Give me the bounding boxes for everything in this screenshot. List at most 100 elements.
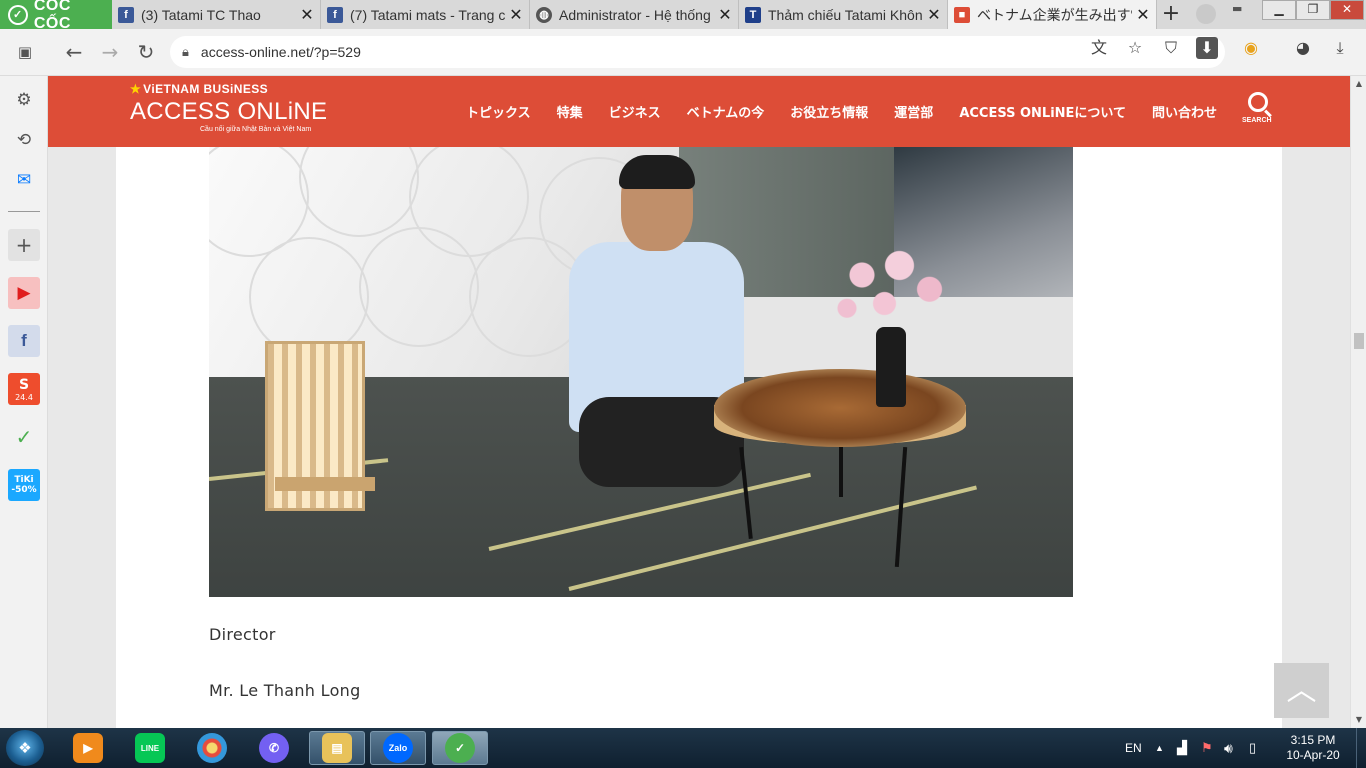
reload-button[interactable]: ↻ [133,39,159,65]
tiki-icon[interactable]: TiKi -50% [8,469,40,501]
history-icon[interactable]: ⟲ [8,124,40,156]
profile-icon[interactable]: ◕ [1292,37,1314,59]
sidebar-toggle-icon[interactable]: ▣ [12,39,38,65]
browser-tab[interactable]: T Thảm chiếu Tatami Khôn ✕ [739,0,948,29]
nav-business[interactable]: ビジネス [609,102,661,121]
site-tagline: Cầu nối giữa Nhật Bản và Việt Nam [200,126,312,133]
site-logo[interactable]: ACCESS ONLiNE [130,98,327,126]
shopee-icon[interactable]: S 24.4 [8,373,40,405]
nav-topics[interactable]: トピックス [466,102,531,121]
coccoc-extension-icon[interactable]: ✓ [8,421,40,453]
scroll-up-arrow-icon[interactable]: ▲ [1351,76,1366,92]
chevron-up-icon: ︿ [1286,673,1317,708]
taskbar-viber[interactable]: ✆ [246,731,302,765]
volume-icon[interactable]: 🔊︎ [1224,728,1233,768]
action-center-flag-icon[interactable]: ⚑ [1201,728,1213,768]
taskbar-line[interactable]: LINE [122,731,178,765]
lock-icon: 🔒︎ [182,44,189,60]
star-icon: ★ [130,82,142,96]
nav-contact[interactable]: 問い合わせ [1152,102,1217,121]
back-button[interactable]: ← [61,39,87,65]
facebook-icon: f [327,6,343,23]
facebook-icon[interactable]: f [8,325,40,357]
close-tab-icon[interactable]: ✕ [718,5,732,25]
facebook-icon: f [118,6,134,23]
new-tab-button[interactable]: + [1158,2,1184,27]
taskbar-paint[interactable] [184,731,240,765]
browser-tab[interactable]: ◍ Administrator - Hệ thống ✕ [530,0,739,29]
site-icon: T [745,6,761,23]
download-video-icon[interactable]: ⬇ [1196,37,1218,59]
taskbar-media-player[interactable]: ▶ [60,731,116,765]
downloads-icon[interactable]: ⤓ [1329,37,1351,59]
minimize-button[interactable]: ▁ [1262,0,1296,20]
menu-dots-icon[interactable]: ▬ [1232,2,1242,15]
taskbar-file-explorer[interactable]: ▤ [309,731,365,765]
media-player-icon: ▶ [73,733,103,763]
browser-brand-label: CỐC CỐC [33,0,71,32]
start-button[interactable]: ❖ [6,730,44,766]
taskbar-zalo[interactable]: Zalo [370,731,426,765]
caption-role: Director [209,625,276,644]
windows-logo-icon: ❖ [18,739,32,757]
tiki-label: TiKi [14,475,34,485]
youtube-icon[interactable]: ▶ [8,277,40,309]
main-nav: トピックス 特集 ビジネス ベトナムの今 お役立ち情報 運営部 ACCESS O… [466,102,1243,121]
show-hidden-icons-icon[interactable]: ▲ [1155,728,1164,768]
zalo-icon: Zalo [383,733,413,763]
access-online-icon: ■ [954,6,970,23]
restore-button[interactable]: ❐ [1296,0,1330,20]
profile-ghost-icon [1196,4,1216,24]
tab-title: Thảm chiếu Tatami Khôn [768,6,923,23]
taskbar-clock[interactable]: 3:15 PM 10-Apr-20 [1282,733,1344,763]
nav-features[interactable]: 特集 [557,102,583,121]
close-tab-icon[interactable]: ✕ [1136,5,1150,25]
shield-icon[interactable]: ⛉ [1160,37,1182,59]
nav-vietnam-now[interactable]: ベトナムの今 [687,102,765,121]
extension-icon[interactable]: ◉ [1240,37,1262,59]
coccoc-icon: ✓ [445,733,475,763]
taskbar-coccoc[interactable]: ✓ [432,731,488,765]
add-sidebar-app-icon[interactable]: + [8,229,40,261]
site-logo-kicker[interactable]: ★ ViETNAM BUSiNESS [130,82,268,96]
address-bar[interactable]: 🔒︎ access-online.net/?p=529 [170,36,1225,68]
scrollbar-thumb[interactable] [1354,333,1364,349]
nav-operations[interactable]: 運営部 [894,102,933,121]
browser-toolbar: ▣ ← → ↻ 🔒︎ access-online.net/?p=529 文 ☆ … [0,29,1366,76]
tab-title: (3) Tatami TC Thao [141,6,261,23]
coccoc-logo-icon: ✓ [8,4,28,25]
paint-icon [197,733,227,763]
line-icon: LINE [135,733,165,763]
browser-tab[interactable]: f (3) Tatami TC Thao ✕ [112,0,321,29]
show-desktop-button[interactable] [1356,728,1366,768]
translate-icon[interactable]: 文 [1088,37,1110,59]
close-tab-icon[interactable]: ✕ [927,5,941,25]
search-icon [1248,92,1268,112]
battery-icon[interactable]: ▯ [1249,728,1256,768]
windows-taskbar: ❖ ▶ LINE ✆ ▤ Zalo ✓ EN ▲ ▟ ⚑ 🔊︎ ▯ 3:15 P… [0,728,1366,768]
nav-about[interactable]: ACCESS ONLiNEについて [959,102,1126,121]
close-tab-icon[interactable]: ✕ [300,5,314,25]
caption-name: Mr. Le Thanh Long [209,681,361,700]
bookmark-star-icon[interactable]: ☆ [1124,37,1146,59]
browser-tab[interactable]: f (7) Tatami mats - Trang c ✕ [321,0,530,29]
article-photo[interactable] [209,147,1073,597]
close-window-button[interactable]: ✕ [1330,0,1364,20]
clock-date: 10-Apr-20 [1286,748,1340,762]
tab-title: Administrator - Hệ thống [559,6,711,23]
viber-icon: ✆ [259,733,289,763]
messenger-icon[interactable]: ✉ [8,164,40,196]
page-scrollbar[interactable]: ▲ ▼ [1350,76,1366,728]
nav-useful-info[interactable]: お役立ち情報 [790,102,868,121]
settings-gear-icon[interactable]: ⚙ [8,84,40,116]
browser-tab-active[interactable]: ■ ベトナム企業が生み出す"JA ✕ [948,0,1157,29]
close-tab-icon[interactable]: ✕ [509,5,523,25]
search-button[interactable]: SEARCH [1242,92,1272,124]
coccoc-brand-button[interactable]: ✓ CỐC CỐC [0,0,112,32]
network-signal-icon[interactable]: ▟ [1177,728,1187,768]
language-indicator[interactable]: EN [1125,728,1142,768]
tab-title: ベトナム企業が生み出す"JA [977,6,1132,23]
back-to-top-button[interactable]: ︿ [1274,663,1329,718]
scroll-down-arrow-icon[interactable]: ▼ [1351,712,1366,728]
forward-button[interactable]: → [97,39,123,65]
